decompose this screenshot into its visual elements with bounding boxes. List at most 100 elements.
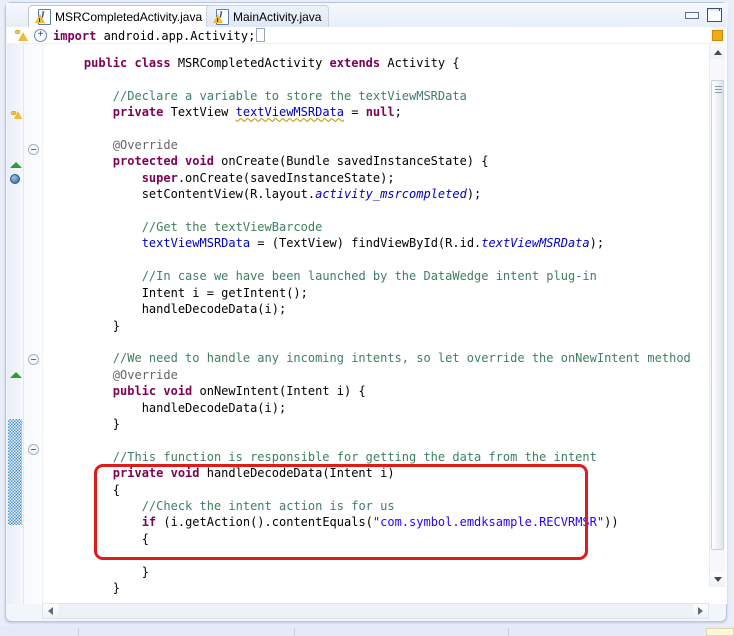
scroll-grip-icon [715,86,722,93]
taskbar-divider [294,628,295,636]
code-token: public void [113,384,200,398]
horizontal-scrollbar[interactable] [42,603,709,619]
import-package: android.app.Activity; [96,29,255,43]
code-line: public void onNewIntent(Intent i) { [55,383,691,399]
minimize-button[interactable] [683,7,699,22]
code-line: } [55,564,691,580]
green-arrow-icon [10,372,22,378]
code-token: ); [467,187,481,201]
taskbar-divider [78,628,79,636]
code-line: textViewMSRData = (TextView) findViewByI… [55,235,691,251]
source-code[interactable]: public class MSRCompletedActivity extend… [55,55,691,604]
overview-ruler-top[interactable] [710,27,725,44]
code-line [55,203,691,219]
code-token: @Override [113,368,178,382]
code-area[interactable]: public class MSRCompletedActivity extend… [43,44,727,604]
code-line: } [55,416,691,432]
taskbar-divider [508,628,509,636]
code-token: private [113,105,171,119]
blue-dot-icon [10,174,20,184]
code-token: if [142,515,164,529]
code-line: super.onCreate(savedInstanceState); [55,170,691,186]
code-token: handleDecodeData(i); [142,401,287,415]
overview-status-square [712,30,723,41]
code-token: textViewMSRData [481,236,589,250]
tab-mainactivity[interactable]: J MainActivity.java [206,5,329,27]
code-token: public class [84,56,178,70]
tab-label: MSRCompletedActivity.java [55,10,202,24]
code-token: .onCreate(savedInstanceState); [178,171,395,185]
code-line: //Get the textViewBarcode [55,219,691,235]
code-token: MSRCompletedActivity [178,56,330,70]
code-token: = (TextView) findViewById(R.id. [250,236,481,250]
breadcrumb: ⚭ + import android.app.Activity; [7,27,727,44]
code-line: //This function is responsible for getti… [55,449,691,465]
code-token: TextView [171,105,236,119]
scroll-right-button[interactable] [693,604,708,618]
code-line [55,252,691,268]
maximize-button[interactable] [706,7,722,22]
code-line: protected void onCreate(Bundle savedInst… [55,153,691,169]
code-line: } [55,580,691,596]
code-line: private void handleDecodeData(Intent i) [55,465,691,481]
code-token: ); [590,236,604,250]
folding-column[interactable] [24,44,43,604]
window-controls [683,7,722,22]
warning-key-icon[interactable]: ⚭ [9,108,23,121]
code-token: { [113,483,120,497]
java-file-warning-icon: J [35,9,50,24]
vertical-scroll-thumb[interactable] [711,80,724,550]
code-token: Intent i = getIntent(); [142,286,308,300]
code-token: //Check the intent action is for us [142,499,395,513]
code-token: } [113,417,120,431]
code-line: } [55,318,691,334]
scroll-up-button[interactable] [710,44,725,59]
tab-label: MainActivity.java [233,10,321,24]
code-line: @Override [55,137,691,153]
editor-window: J MSRCompletedActivity.java ╳ J MainActi… [5,2,727,622]
code-line [55,71,691,87]
code-token: onCreate(Bundle savedInstanceState) { [221,154,488,168]
editor-body: ⚭ public class MSRCompletedActivity exte… [7,44,727,604]
scroll-left-button[interactable] [43,604,58,618]
warning-key-icon: ⚭ [12,28,29,42]
fold-collapse-icon[interactable] [28,144,39,155]
code-line [55,432,691,448]
code-token: ; [395,105,402,119]
code-token: null [366,105,395,119]
import-keyword: import [53,29,96,43]
code-line: //In case we have been launched by the D… [55,268,691,284]
code-token: private void [113,466,207,480]
code-token: (i.getAction().contentEquals( [163,515,373,529]
fold-collapse-icon[interactable] [28,444,39,455]
fold-collapse-icon[interactable] [28,354,39,365]
code-token: activity_msrcompleted [315,187,467,201]
expand-import-icon[interactable]: + [34,29,47,42]
text-caret [256,28,265,42]
code-token: Activity { [387,56,459,70]
code-token: //This function is responsible for getti… [113,450,597,464]
code-token: super [142,171,178,185]
code-token: { [142,532,149,546]
tab-msrcompletedactivity[interactable]: J MSRCompletedActivity.java ╳ [28,5,224,27]
code-line: public class MSRCompletedActivity extend… [55,55,691,71]
code-token: } [113,581,120,595]
desktop-background [0,626,734,636]
code-line: //We need to handle any incoming intents… [55,350,691,366]
annotation-ruler[interactable]: ⚭ [7,44,24,604]
vertical-scrollbar[interactable] [709,44,725,587]
scroll-down-button[interactable] [710,572,725,587]
code-token: handleDecodeData(i); [142,302,287,316]
code-line: { [55,482,691,498]
code-token: } [142,565,149,579]
eclipse-editor-screenshot: J MSRCompletedActivity.java ╳ J MainActi… [0,0,734,636]
code-line: //Check the intent action is for us [55,498,691,514]
code-token: //Get the textViewBarcode [142,220,323,234]
code-token: )) [604,515,618,529]
taskbar-panel [706,628,734,636]
import-statement: import android.app.Activity; [53,28,265,43]
code-token: protected void [113,154,221,168]
code-token: handleDecodeData(Intent i) [207,466,395,480]
code-line: Intent i = getIntent(); [55,285,691,301]
code-token: //We need to handle any incoming intents… [113,351,691,365]
